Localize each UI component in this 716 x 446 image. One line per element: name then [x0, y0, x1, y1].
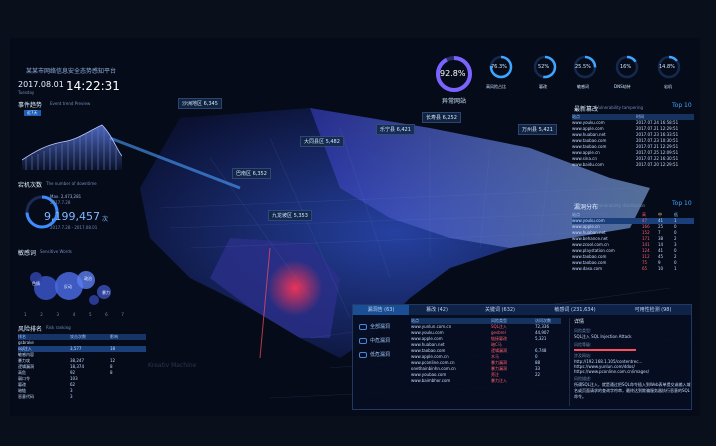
outage-value: 9,199,457 — [44, 210, 100, 223]
trend-title: 事件趋势 — [18, 102, 43, 109]
vuln-title: 漏洞分布 — [574, 204, 599, 211]
latest-table: 站点 时间 www.youku.com 2017.07.24 16:58:51 ww… — [572, 114, 694, 168]
page-title: 某某市网络信息安全态势感知平台 — [26, 68, 117, 75]
sensitive-word-2: 反动 — [64, 284, 72, 289]
latest-title: 最新篡改 — [574, 106, 599, 113]
detail-key-2: 风险等级: — [574, 342, 592, 347]
outage-max-date: 2017.7.28 — [50, 200, 71, 205]
latest-subtitle: Vulnerability tampering — [596, 105, 644, 110]
filter-low[interactable]: 低危漏洞 — [359, 351, 390, 358]
sensitive-word-1: 色情 — [32, 281, 40, 286]
sensitive-title: 敏感词 — [18, 250, 37, 257]
tab-tamper[interactable]: 篡改 (42) — [409, 305, 465, 315]
trend-range-tab[interactable]: 近7天 — [24, 110, 41, 116]
detail-pane: 详情 风险类型: SQL注入 SQL Injection Attack 风险等级… — [569, 318, 692, 406]
map-label-5[interactable]: 乐宁县 6,421 — [376, 124, 415, 135]
tab-sensitive[interactable]: 敏感词 (231,634) — [535, 305, 615, 315]
detail-value-1: SQL注入 SQL Injection Attack — [574, 334, 632, 339]
rank-table: 排名 攻击次数 影响 gsbrake sql注入 3,577 18 敏感内容 暴力攻… — [18, 334, 146, 400]
map-label-3[interactable]: 巴南区 6,352 — [232, 168, 271, 179]
sensitive-subtitle: Sensitive Words — [40, 249, 72, 254]
bottom-table: 站点 风险类型 访问次数 www.yunlun.com.cn SQL注入 72,336 … — [411, 318, 561, 384]
map-hotspot — [267, 260, 323, 316]
table-row: www.baimbhor.com 暴力注入 — [411, 378, 507, 383]
latest-top: Top 10 — [672, 102, 692, 109]
tab-vuln[interactable]: 漏洞告 (63) — [353, 305, 409, 315]
risk-level-bar — [574, 349, 636, 351]
header-date: 2017.08.01 — [18, 80, 64, 89]
kpi-value-4: 16% — [620, 64, 632, 70]
table-row: www.baidu.com 2017.07.20 12:29:51 — [572, 162, 679, 167]
table-row: 恶意代码 3 — [18, 394, 73, 399]
rank-subtitle: Risk ranking — [46, 325, 71, 330]
kpi-main-label: 异常网站 — [442, 98, 467, 105]
sensitive-axis: 1234567 — [24, 312, 124, 317]
kpi-value-3: 25.5% — [575, 64, 591, 70]
bottom-panel: 漏洞告 (63) 篡改 (42) 关键词 (632) 敏感词 (231,634)… — [352, 304, 692, 410]
filter-all[interactable]: 全部漏洞 — [359, 323, 390, 330]
kpi-label-2: 篡改 — [539, 84, 547, 89]
map-label-7[interactable]: 万州县 5,421 — [518, 124, 557, 135]
header-time: 14:22:31 — [66, 79, 120, 93]
kpi-value-1: 76.3% — [491, 64, 507, 70]
kpi-main-value: 92.8% — [440, 69, 466, 78]
trend-subtitle: Event trend Preview — [50, 101, 91, 106]
outage-range: 2017.7.28 - 2017.08.01 — [50, 225, 98, 230]
outage-title: 宕机次数 — [18, 182, 43, 189]
map-label-2[interactable]: 大同县区 5,482 — [300, 136, 344, 147]
filter-medium[interactable]: 中危漏洞 — [359, 337, 390, 344]
kpi-label-1: 高风险占比 — [486, 84, 506, 89]
outage-subtitle: The number of downtime — [46, 181, 97, 186]
watermark: Kreativ Machine — [148, 362, 197, 369]
kpi-label-4: DNS劫持 — [614, 84, 631, 89]
rank-title: 风险排名 — [18, 326, 43, 333]
sensitive-word-3: 政治 — [84, 276, 92, 281]
detail-value-3: http://192.168.1.105/contentrec... https… — [574, 359, 650, 374]
outage-max: Max. 2,473,281 — [50, 194, 82, 199]
outage-unit: 次 — [102, 216, 109, 223]
map-label-1[interactable]: 沙洲地区 6,345 — [178, 98, 222, 109]
map-label-6[interactable]: 九龙坡区 5,353 — [268, 210, 312, 221]
vuln-table: 站点高中低 www.youku.com 47 41 1 www.apple.cn 166… — [572, 212, 694, 272]
vuln-top: Top 10 — [672, 200, 692, 207]
kpi-label-5: 宕机 — [664, 84, 672, 89]
dashboard-screen: 某某市网络信息安全态势感知平台 2017.08.01 Tuesday 14:22… — [10, 38, 700, 416]
table-row: www.daso.com 65 10 1 — [572, 266, 677, 271]
sensitive-word-4: 暴力 — [102, 290, 110, 295]
kpi-value-5: 14.8% — [659, 64, 675, 70]
header-weekday: Tuesday — [18, 90, 35, 95]
kpi-value-2: 52% — [538, 64, 550, 70]
vuln-subtitle: Vulnerability distribution — [596, 203, 646, 208]
kpi-label-3: 敏感词 — [577, 84, 589, 89]
map-label-4[interactable]: 长寿县 6,252 — [422, 112, 461, 123]
detail-value-4: 所谓SQL注入，就是通过把SQL命令插入到Web表单提交或输入域名或页面请求的查… — [574, 382, 691, 399]
detail-title: 详情 — [574, 319, 585, 325]
tab-availability[interactable]: 可用性检测 (98) — [615, 305, 691, 315]
bottom-tabs: 漏洞告 (63) 篡改 (42) 关键词 (632) 敏感词 (231,634)… — [353, 305, 691, 315]
tab-keyword[interactable]: 关键词 (632) — [465, 305, 535, 315]
trend-chart — [22, 124, 122, 170]
